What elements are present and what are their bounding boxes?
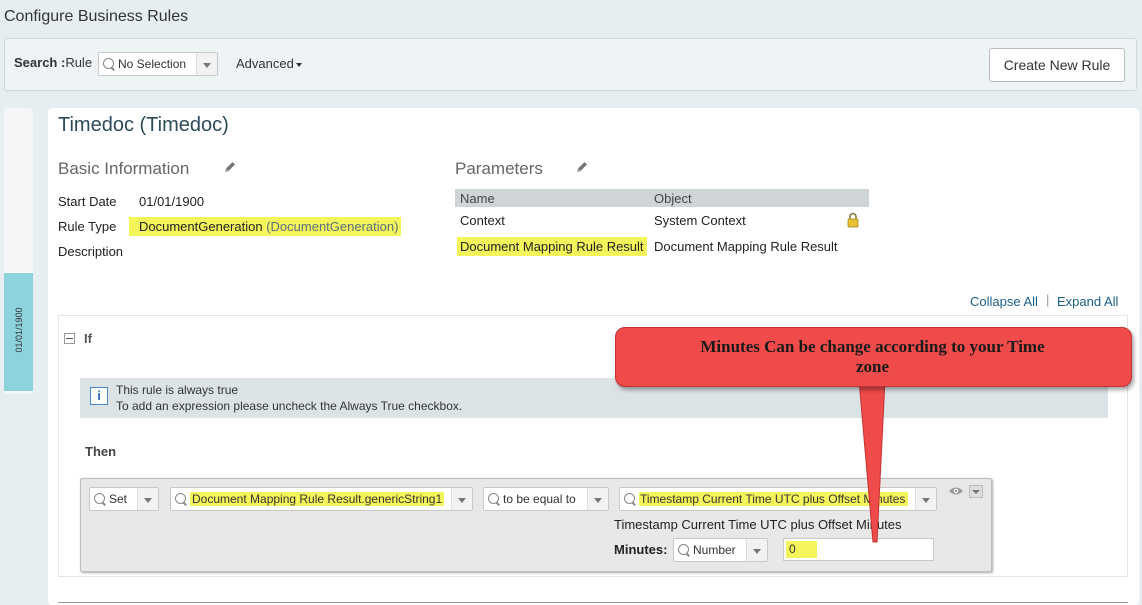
- target-select[interactable]: Document Mapping Rule Result.genericStri…: [170, 487, 473, 511]
- search-icon: [678, 544, 689, 555]
- date-version-label: 01/01/1900: [14, 307, 24, 353]
- advanced-dropdown[interactable]: Advanced: [236, 56, 302, 71]
- chevron-down-icon[interactable]: [746, 539, 767, 561]
- column-header-name: Name: [460, 191, 495, 206]
- annotation-line-2: zone: [855, 357, 890, 376]
- operator-value: to be equal to: [503, 492, 576, 506]
- search-label-rule: Rule: [65, 55, 93, 70]
- minutes-type-value: Number: [693, 543, 736, 557]
- annotation-text: Minutes Can be change according to your …: [650, 337, 1095, 377]
- column-header-object: Object: [654, 191, 692, 206]
- description-label: Description: [58, 244, 124, 259]
- chevron-down-icon[interactable]: [196, 53, 217, 75]
- chevron-down-icon[interactable]: [137, 488, 158, 510]
- expand-all-link[interactable]: Expand All: [1057, 294, 1118, 309]
- start-date-value: 01/01/1900: [139, 194, 205, 209]
- search-icon: [624, 493, 635, 504]
- divider: [58, 602, 1128, 603]
- rule-title: Timedoc (Timedoc): [58, 114, 229, 136]
- rule-type-paren: (DocumentGeneration): [266, 219, 399, 234]
- start-date-label: Start Date: [58, 194, 117, 209]
- lock-icon: [847, 212, 859, 228]
- collapse-all-link[interactable]: Collapse All: [970, 294, 1038, 309]
- action-value: Set: [109, 492, 128, 506]
- info-icon: i: [90, 387, 108, 405]
- search-icon: [175, 493, 186, 504]
- info-line-1: This rule is always true: [116, 383, 239, 397]
- chevron-down-icon[interactable]: [587, 488, 608, 510]
- edit-pencil-icon[interactable]: [575, 160, 589, 174]
- eye-icon[interactable]: [948, 486, 964, 496]
- parameters-table-header: Name Object: [455, 189, 869, 207]
- target-value: Document Mapping Rule Result.genericStri…: [190, 492, 445, 506]
- param-name-context: Context: [460, 213, 505, 228]
- search-label: Search :Rule: [14, 55, 92, 70]
- caret-down-icon: [295, 62, 302, 67]
- rule-type-label: Rule Type: [58, 219, 117, 234]
- callout-pointer: [858, 380, 886, 543]
- options-dropdown[interactable]: [969, 485, 983, 498]
- info-line-2: To add an expression please uncheck the …: [116, 399, 463, 413]
- chevron-down-icon[interactable]: [451, 488, 472, 510]
- rule-type-name: DocumentGeneration: [139, 219, 263, 234]
- minutes-type-select[interactable]: Number: [673, 538, 768, 562]
- action-select[interactable]: Set: [89, 487, 159, 511]
- date-version-tab[interactable]: 01/01/1900: [4, 272, 33, 391]
- param-name-doc-mapping: Document Mapping Rule Result: [457, 237, 647, 256]
- search-label-bold: Search :: [14, 55, 66, 70]
- collapse-toggle-icon[interactable]: [64, 333, 75, 344]
- link-separator: |: [1046, 292, 1050, 307]
- advanced-label: Advanced: [236, 56, 294, 71]
- page-title: Configure Business Rules: [4, 8, 189, 25]
- create-new-rule-button[interactable]: Create New Rule: [989, 48, 1125, 82]
- operator-select[interactable]: to be equal to: [483, 487, 609, 511]
- basic-info-heading: Basic Information: [58, 159, 190, 178]
- then-label: Then: [85, 444, 117, 459]
- rule-type-value: DocumentGeneration (DocumentGeneration): [129, 217, 402, 236]
- if-label: If: [84, 331, 92, 346]
- chevron-down-icon: [972, 490, 980, 494]
- param-object-context: System Context: [654, 213, 746, 228]
- rule-search-value: No Selection: [118, 57, 187, 71]
- edit-pencil-icon[interactable]: [223, 160, 237, 174]
- minutes-input-value: 0: [786, 541, 817, 558]
- param-object-doc-mapping: Document Mapping Rule Result: [654, 239, 838, 254]
- search-icon: [94, 493, 105, 504]
- annotation-line-1: Minutes Can be change according to your …: [700, 337, 1045, 356]
- minutes-label: Minutes:: [614, 542, 668, 557]
- parameters-heading: Parameters: [455, 159, 543, 178]
- rule-search-select[interactable]: No Selection: [98, 52, 218, 76]
- search-icon: [103, 58, 114, 69]
- search-icon: [488, 493, 499, 504]
- chevron-down-icon[interactable]: [915, 488, 936, 510]
